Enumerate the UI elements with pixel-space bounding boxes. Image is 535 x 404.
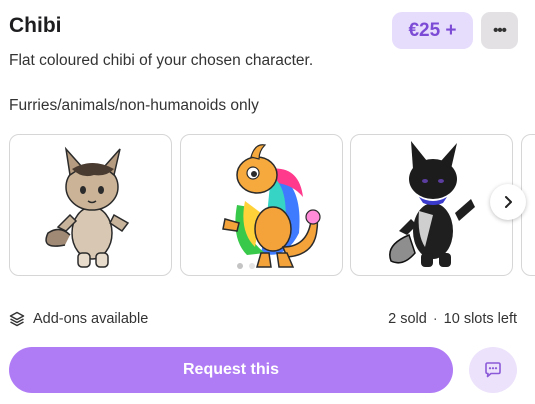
slots-left: 10 slots left	[443, 311, 517, 327]
stats-separator: ·	[432, 311, 438, 327]
more-options-button[interactable]: •••	[481, 12, 518, 49]
chat-icon	[485, 362, 501, 378]
chevron-right-icon	[505, 196, 512, 208]
listing-title: Chibi	[9, 14, 62, 37]
gallery-dot-2[interactable]	[249, 263, 255, 269]
rainbow-dragon-chibi-image	[222, 144, 321, 268]
gallery-pagination	[237, 263, 255, 269]
request-button[interactable]: Request this	[9, 347, 453, 393]
listing-description: Flat coloured chibi of your chosen chara…	[9, 52, 314, 69]
black-wolf-chibi-image	[389, 141, 475, 267]
tabby-wolf-chibi-image	[45, 146, 130, 268]
gallery-image-2[interactable]	[180, 134, 343, 276]
price-badge: €25 +	[392, 12, 473, 49]
gallery-next-button[interactable]	[490, 184, 526, 220]
addons-label: Add-ons available	[33, 311, 149, 327]
more-options-icon: •••	[493, 22, 507, 39]
chat-button[interactable]	[469, 347, 517, 393]
listing-note: Furries/animals/non-humanoids only	[9, 97, 259, 114]
sold-count: 2 sold	[388, 311, 427, 327]
gallery-dot-1[interactable]	[237, 263, 243, 269]
layers-icon	[9, 311, 25, 327]
listing-stats: 2 sold · 10 slots left	[388, 311, 517, 327]
gallery-image-1[interactable]	[9, 134, 172, 276]
gallery-image-3[interactable]	[350, 134, 513, 276]
addons-indicator: Add-ons available	[9, 311, 148, 327]
image-gallery	[0, 134, 535, 276]
